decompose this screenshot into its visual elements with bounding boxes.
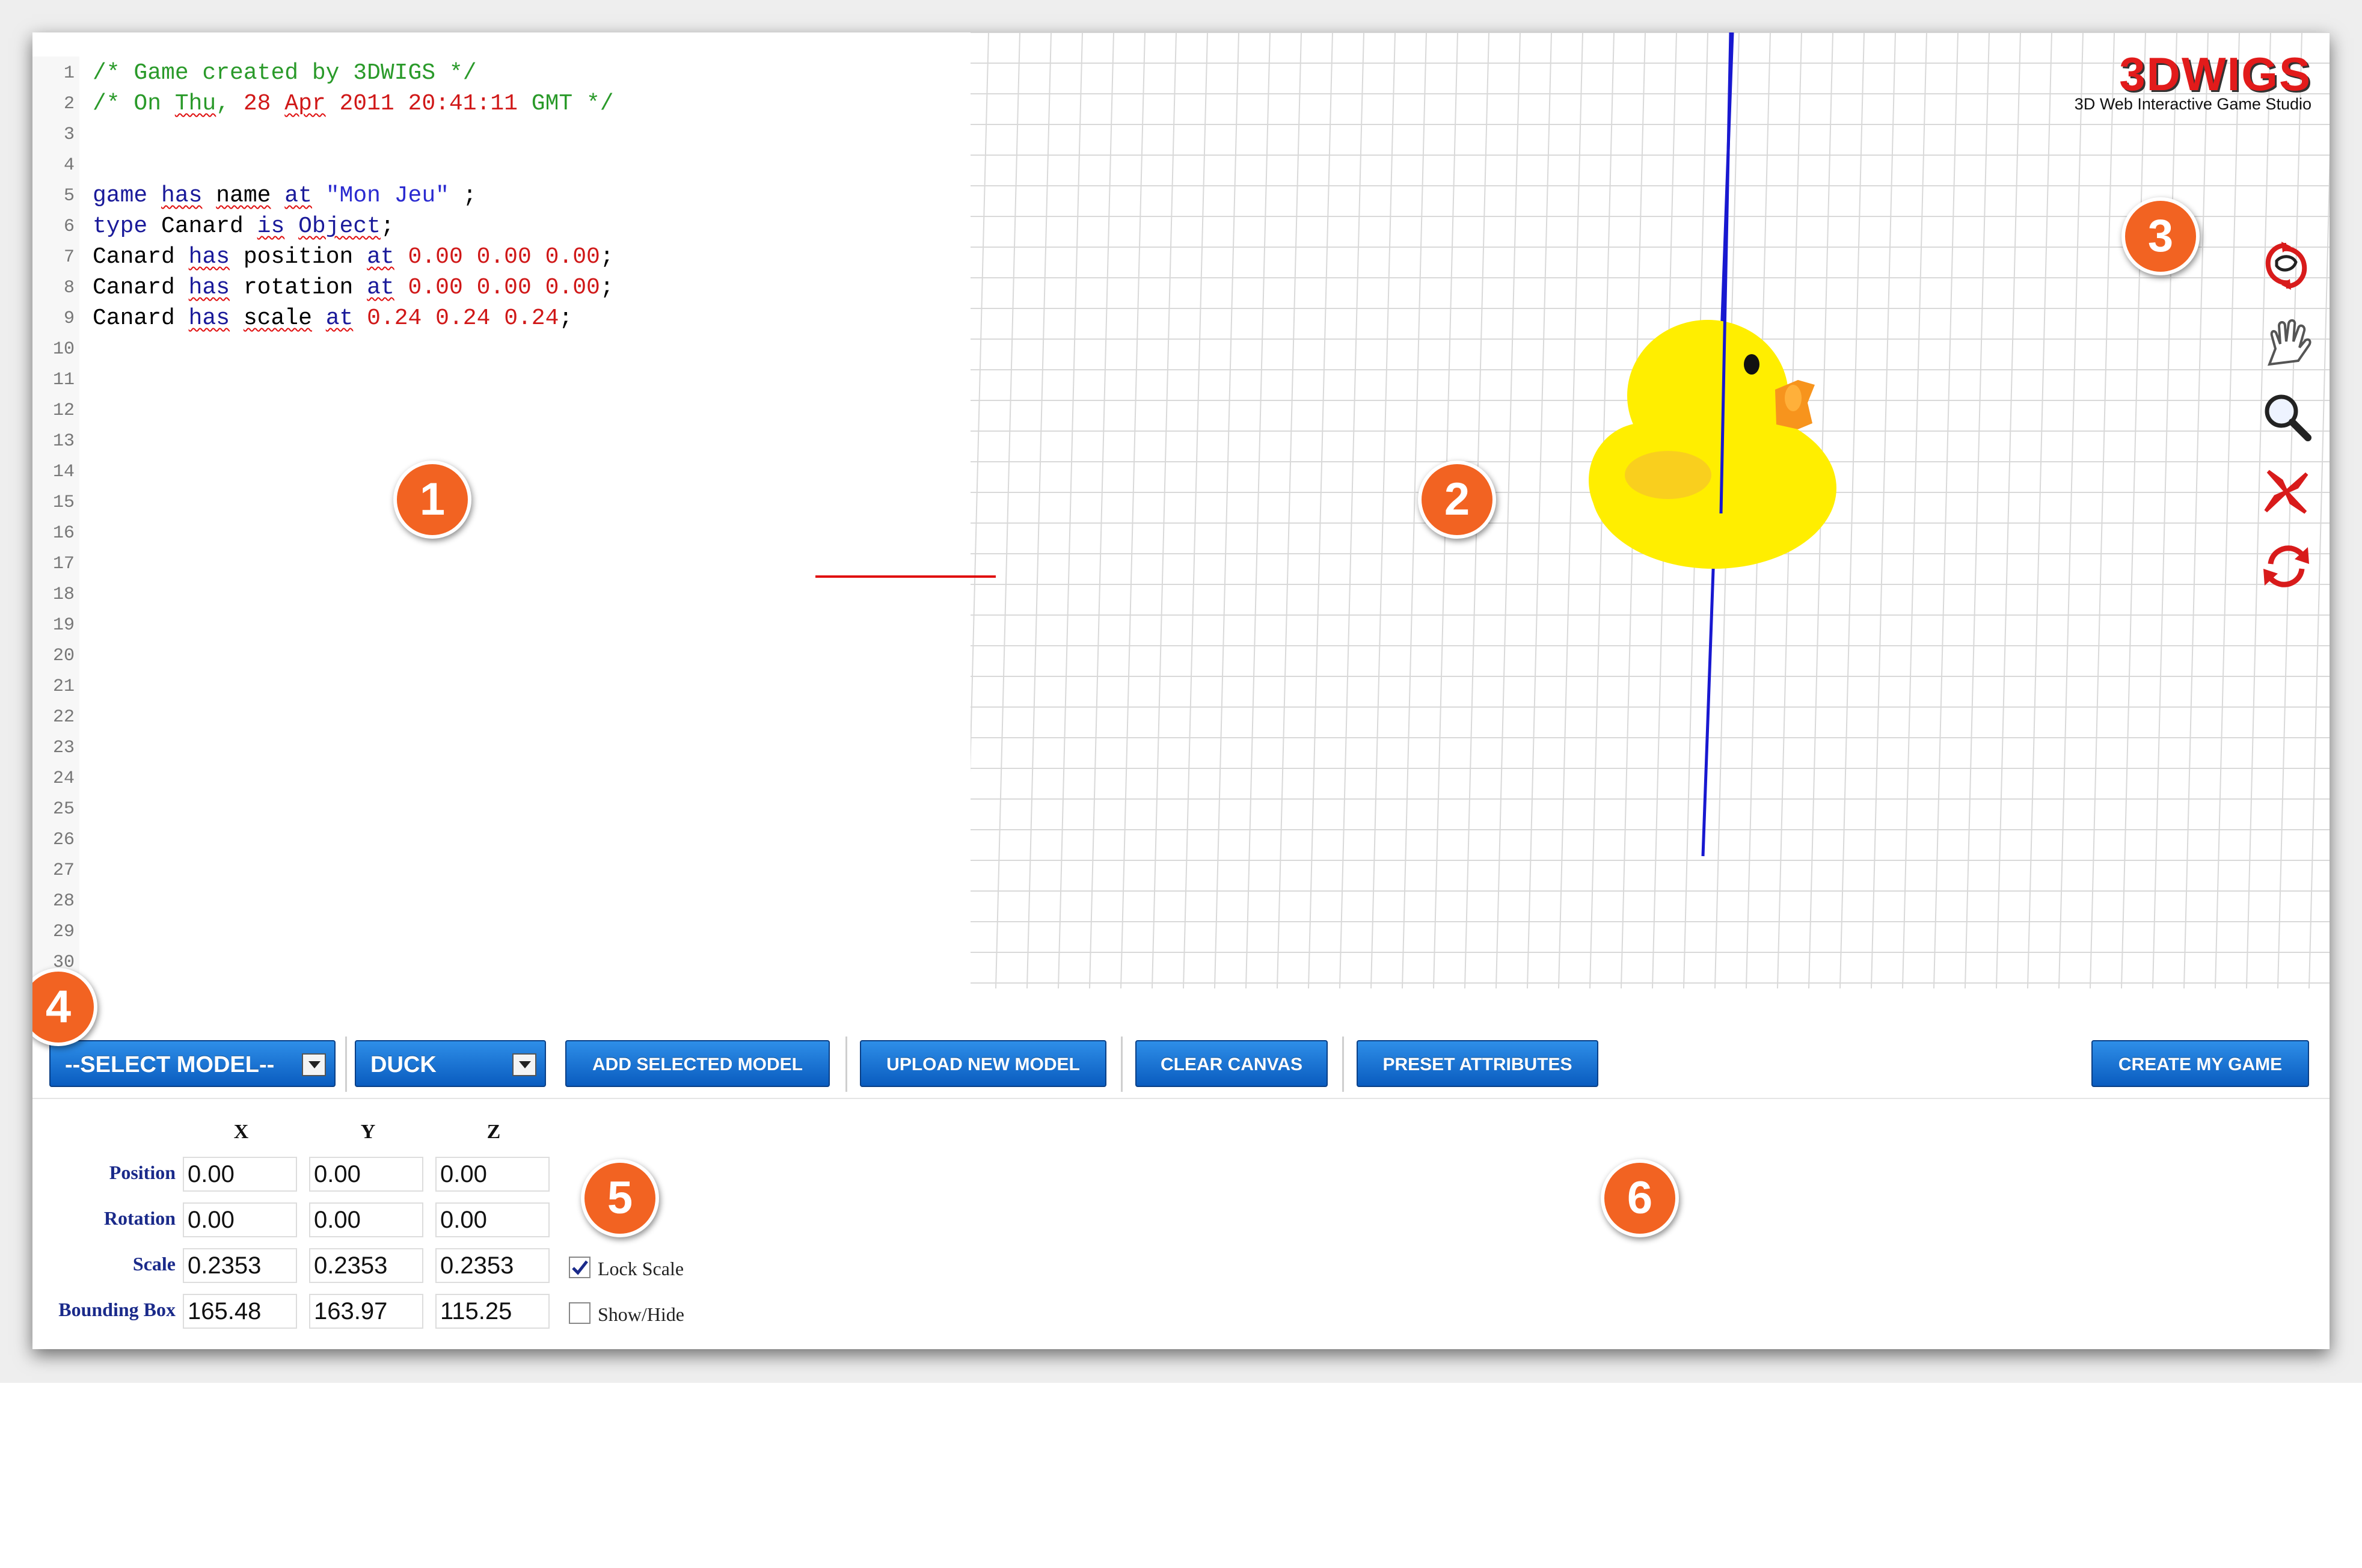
clear-canvas-button[interactable]: CLEAR CANVAS — [1135, 1040, 1328, 1087]
toolbar-separator — [1121, 1037, 1123, 1092]
line-number: 16 — [52, 523, 75, 544]
line-number: 24 — [52, 768, 75, 789]
line-number: 14 — [52, 462, 75, 482]
3d-viewport[interactable]: 3DWIGS 3D Web Interactive Game Studio — [971, 32, 2330, 988]
line-number: 22 — [52, 707, 75, 727]
line-number: 6 — [63, 216, 75, 237]
zoom-magnifier-icon[interactable] — [2257, 387, 2315, 445]
position-label: Position — [109, 1162, 176, 1183]
bounding-box-z-field[interactable]: 115.25 — [435, 1294, 550, 1329]
reset-view-icon[interactable] — [2257, 537, 2315, 595]
bounding-box-x-field[interactable]: 165.48 — [183, 1294, 297, 1329]
game-studio-window: 1 2 3 4 5 6 7 8 9 10 11 12 13 14 15 16 1… — [32, 32, 2330, 1349]
code-line: /* Game created by 3DWIGS */ — [93, 60, 477, 86]
scale-y-field[interactable]: 0.2353 — [309, 1248, 423, 1283]
line-number: 3 — [63, 124, 75, 145]
code-line: game has name at "Mon Jeu" ; — [93, 183, 477, 209]
line-number: 29 — [52, 922, 75, 942]
scale-label: Scale — [132, 1253, 176, 1275]
line-number: 9 — [63, 308, 75, 329]
create-my-game-button[interactable]: CREATE MY GAME — [2091, 1040, 2309, 1087]
callout-badge-2: 2 — [1418, 461, 1496, 539]
code-line: /* On Thu, 28 Apr 2011 20:41:11 GMT */ — [93, 91, 614, 117]
position-x-field[interactable]: 0.00 — [183, 1157, 297, 1192]
position-z-field[interactable]: 0.00 — [435, 1157, 550, 1192]
scale-x-field[interactable]: 0.2353 — [183, 1248, 297, 1283]
line-number: 28 — [52, 891, 75, 911]
preset-attributes-button[interactable]: PRESET ATTRIBUTES — [1357, 1040, 1598, 1087]
callout-badge-6: 6 — [1601, 1159, 1679, 1237]
scale-z-field[interactable]: 0.2353 — [435, 1248, 550, 1283]
upload-new-model-button[interactable]: UPLOAD NEW MODEL — [860, 1040, 1106, 1087]
model-choice-value: DUCK — [370, 1052, 437, 1077]
line-number: 18 — [52, 584, 75, 605]
rotate-view-icon[interactable] — [2257, 237, 2315, 295]
model-choice-dropdown[interactable]: DUCK — [355, 1040, 546, 1087]
bounding-box-y-field[interactable]: 163.97 — [309, 1294, 423, 1329]
line-number: 23 — [52, 738, 75, 758]
position-y-field[interactable]: 0.00 — [309, 1157, 423, 1192]
line-number: 25 — [52, 799, 75, 819]
line-number: 21 — [52, 676, 75, 697]
logo-mark: 3DWIGS — [2119, 47, 2311, 100]
line-number: 4 — [63, 155, 75, 176]
rotation-label: Rotation — [103, 1207, 176, 1229]
logo: 3DWIGS 3D Web Interactive Game Studio — [2075, 51, 2311, 114]
model-toolbar: --SELECT MODEL-- DUCK ADD SELECTED MODEL… — [32, 994, 2330, 1092]
callout-badge-3: 3 — [2121, 197, 2200, 275]
line-number: 20 — [52, 646, 75, 666]
code-line: Canard has scale at 0.24 0.24 0.24; — [93, 305, 573, 331]
line-number: 10 — [52, 339, 75, 360]
toolbar-separator — [845, 1037, 847, 1092]
chevron-down-icon[interactable] — [512, 1053, 536, 1076]
rotation-z-field[interactable]: 0.00 — [435, 1202, 550, 1237]
line-number: 26 — [52, 830, 75, 850]
lock-scale-label: Lock Scale — [598, 1258, 684, 1279]
y-column-header: Y — [360, 1121, 376, 1143]
code-line: Canard has rotation at 0.00 0.00 0.00; — [93, 275, 614, 301]
callout-badge-5: 5 — [581, 1159, 659, 1237]
lock-scale-checkbox[interactable] — [569, 1257, 590, 1278]
rotation-y-field[interactable]: 0.00 — [309, 1202, 423, 1237]
toolbar-separator — [1342, 1037, 1344, 1092]
show-hide-checkbox[interactable] — [569, 1302, 590, 1324]
chevron-down-icon[interactable] — [302, 1053, 326, 1076]
z-column-header: Z — [486, 1121, 501, 1143]
callout-badge-1: 1 — [393, 461, 471, 539]
select-model-dropdown[interactable]: --SELECT MODEL-- — [49, 1040, 336, 1087]
toolbar-separator — [345, 1037, 347, 1092]
line-number: 7 — [63, 247, 75, 268]
line-number: 2 — [63, 94, 75, 114]
viewport-scene — [971, 32, 2330, 988]
line-number: 27 — [52, 860, 75, 881]
select-model-value: --SELECT MODEL-- — [65, 1052, 275, 1077]
fit-view-icon[interactable] — [2257, 463, 2315, 521]
rotation-x-field[interactable]: 0.00 — [183, 1202, 297, 1237]
panel-divider — [32, 1098, 2330, 1099]
show-hide-label: Show/Hide — [598, 1303, 684, 1325]
line-number: 13 — [52, 431, 75, 452]
add-selected-model-button[interactable]: ADD SELECTED MODEL — [565, 1040, 830, 1087]
pan-hand-icon[interactable] — [2257, 313, 2315, 370]
logo-tagline: 3D Web Interactive Game Studio — [2074, 95, 2311, 113]
bounding-box-label: Bounding Box — [58, 1299, 176, 1320]
line-number: 5 — [63, 186, 75, 206]
code-line: Canard has position at 0.00 0.00 0.00; — [93, 244, 614, 270]
line-number: 1 — [63, 63, 75, 84]
line-number: 15 — [52, 492, 75, 513]
x-column-header: X — [233, 1121, 249, 1143]
x-axis-segment — [815, 575, 996, 578]
line-number: 8 — [63, 278, 75, 298]
line-number: 11 — [52, 370, 75, 390]
code-line: type Canard is Object; — [93, 213, 394, 239]
line-number: 17 — [52, 554, 75, 574]
line-number: 19 — [52, 615, 75, 635]
line-number: 12 — [52, 400, 75, 421]
